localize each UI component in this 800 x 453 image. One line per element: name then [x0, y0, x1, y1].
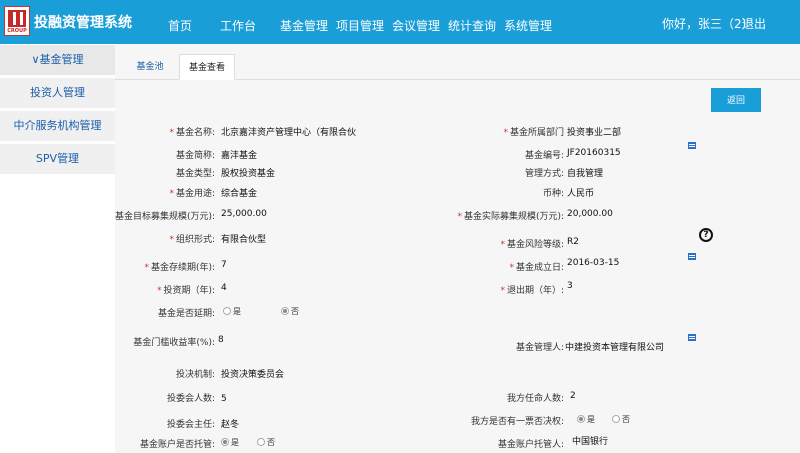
- short-name-label: 基金简称:: [175, 151, 215, 161]
- type-label: 基金类型:: [175, 169, 215, 179]
- tab-bar: 基金池 基金查看: [115, 54, 800, 80]
- back-button[interactable]: 返回: [711, 88, 761, 112]
- app-title: 投融资管理系统: [34, 15, 132, 31]
- target-scale-value: 25,000.00: [221, 209, 267, 219]
- main-content: 基金池 基金查看 返回 * 基金名称: 北京嘉沣资产管理中心（有限合伙 * 基金所属…: [115, 44, 800, 453]
- manager-value: 中建投资本管理有限公司: [565, 343, 665, 353]
- calendar-doc-icon[interactable]: [688, 253, 696, 260]
- radio-icon: [221, 438, 229, 446]
- code-value: JF20160315: [567, 148, 621, 158]
- custody-label: 基金账户是否托管:: [139, 440, 215, 450]
- sidebar-item-investor-management[interactable]: 投资人管理: [0, 78, 115, 108]
- custodian-value: 中国银行: [572, 437, 609, 447]
- company-logo: CROUP: [4, 6, 30, 36]
- manager-label: 基金管理人:: [515, 343, 564, 353]
- radio-icon: [257, 438, 265, 446]
- exit-period-value: 3: [567, 281, 573, 291]
- risk-label: * 基金风险等级:: [500, 240, 564, 250]
- nav-home[interactable]: 首页: [168, 17, 192, 34]
- sidebar-item-intermediary-management[interactable]: 中介服务机构管理: [0, 111, 115, 141]
- found-date-value: 2016-03-15: [567, 258, 620, 268]
- manager-doc-icon[interactable]: [688, 334, 696, 341]
- manage-mode-label: 管理方式:: [524, 169, 564, 179]
- currency-value: 人民币: [567, 189, 595, 199]
- sidebar-item-fund-management[interactable]: ∨基金管理: [0, 45, 115, 75]
- our-appoint-value: 2: [570, 391, 576, 401]
- logo-subtext: CROUP: [7, 28, 27, 34]
- nav-fund-management[interactable]: 基金管理: [280, 17, 328, 34]
- dept-label: * 基金所属部门: [503, 128, 564, 138]
- currency-label: 币种:: [542, 189, 564, 199]
- veto-yes-radio[interactable]: 是: [577, 414, 595, 425]
- committee-count-label: 投委会人数:: [166, 394, 215, 404]
- custody-yes-radio[interactable]: 是: [221, 437, 239, 448]
- usage-value: 综合基金: [221, 189, 258, 199]
- nav-project-management[interactable]: 项目管理: [336, 17, 384, 34]
- extend-label: 基金是否延期:: [157, 309, 215, 319]
- radio-icon: [577, 415, 585, 423]
- target-scale-label: 基金目标募集规模(万元):: [114, 212, 215, 222]
- radio-icon: [223, 307, 231, 315]
- committee-chair-label: 投委会主任:: [166, 420, 215, 430]
- our-appoint-label: 我方任命人数:: [506, 394, 564, 404]
- duration-label: * 基金存续期(年):: [144, 263, 215, 273]
- custodian-label: 基金账户托管人:: [497, 440, 564, 450]
- nav-meeting-management[interactable]: 会议管理: [392, 17, 440, 34]
- threshold-value: 8: [218, 335, 224, 345]
- nav-system-management[interactable]: 系统管理: [504, 17, 552, 34]
- extend-no-radio[interactable]: 否: [281, 306, 299, 317]
- help-icon[interactable]: ?: [699, 228, 713, 242]
- extend-yes-radio[interactable]: 是: [223, 306, 241, 317]
- logout-link[interactable]: 退出: [742, 15, 766, 32]
- fund-name-label: * 基金名称:: [169, 128, 215, 138]
- short-name-value: 嘉沣基金: [221, 151, 258, 161]
- nav-statistics[interactable]: 统计查询: [448, 17, 496, 34]
- type-value: 股权投资基金: [221, 169, 276, 179]
- tab-fund-view[interactable]: 基金查看: [179, 54, 235, 80]
- document-icon[interactable]: [688, 142, 696, 149]
- committee-chair-value: 赵冬: [221, 420, 240, 430]
- usage-label: * 基金用途:: [169, 189, 215, 199]
- code-label: 基金编号:: [524, 151, 564, 161]
- nav-workbench[interactable]: 工作台: [220, 17, 256, 34]
- threshold-label: 基金门槛收益率(%):: [133, 338, 215, 348]
- actual-scale-label: * 基金实际募集规模(万元):: [457, 212, 564, 222]
- manage-mode-value: 自我管理: [567, 169, 604, 179]
- custody-no-radio[interactable]: 否: [257, 437, 275, 448]
- found-date-label: * 基金成立日:: [509, 263, 564, 273]
- veto-label: 我方是否有一票否决权:: [470, 417, 564, 427]
- org-form-value: 有限合伙型: [221, 235, 267, 245]
- duration-value: 7: [221, 260, 227, 270]
- radio-icon: [612, 415, 620, 423]
- org-form-label: * 组织形式:: [169, 235, 215, 245]
- logo-mark-icon: [8, 10, 26, 27]
- sidebar-item-spv-management[interactable]: SPV管理: [0, 144, 115, 174]
- radio-icon: [281, 307, 289, 315]
- fund-name-value: 北京嘉沣资产管理中心（有限合伙: [221, 128, 357, 138]
- committee-count-value: 5: [221, 394, 227, 404]
- decision-label: 投决机制:: [175, 370, 215, 380]
- invest-period-value: 4: [221, 283, 227, 293]
- dept-value: 投资事业二部: [567, 128, 622, 138]
- top-navigation-bar: CROUP 投融资管理系统 首页 工作台 基金管理 项目管理 会议管理 统计查询…: [0, 0, 800, 44]
- sidebar: ∨基金管理 投资人管理 中介服务机构管理 SPV管理: [0, 44, 115, 453]
- tab-fund-pool[interactable]: 基金池: [125, 54, 175, 80]
- user-greeting[interactable]: 你好，张三（2）: [662, 15, 754, 32]
- risk-value: R2: [567, 237, 579, 247]
- invest-period-label: * 投资期（年):: [156, 286, 215, 296]
- decision-value: 投资决策委员会: [221, 370, 285, 380]
- veto-no-radio[interactable]: 否: [612, 414, 630, 425]
- exit-period-label: * 退出期（年）:: [500, 286, 564, 296]
- actual-scale-value: 20,000.00: [567, 209, 613, 219]
